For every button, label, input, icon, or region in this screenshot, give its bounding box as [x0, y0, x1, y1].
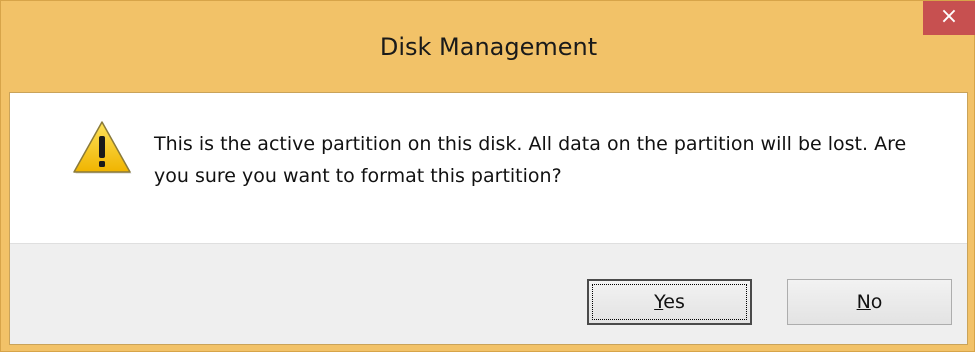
- no-mnemonic: N: [856, 291, 871, 313]
- yes-mnemonic: Y: [654, 291, 664, 313]
- dialog-message: This is the active partition on this dis…: [154, 133, 907, 187]
- dialog-body: This is the active partition on this dis…: [9, 92, 968, 345]
- button-bar: Yes No: [10, 243, 967, 344]
- warning-icon: [73, 121, 132, 174]
- yes-button[interactable]: Yes: [587, 279, 752, 325]
- close-button[interactable]: ×: [923, 1, 975, 35]
- yes-label-rest: es: [663, 291, 685, 313]
- window-title: Disk Management: [379, 33, 598, 61]
- no-label-rest: o: [870, 291, 883, 313]
- close-icon: ×: [939, 4, 959, 29]
- no-button[interactable]: No: [787, 279, 952, 325]
- message-area: This is the active partition on this dis…: [10, 93, 967, 243]
- dialog-window: Disk Management × This is the active par…: [0, 0, 975, 352]
- title-bar[interactable]: Disk Management: [9, 1, 968, 91]
